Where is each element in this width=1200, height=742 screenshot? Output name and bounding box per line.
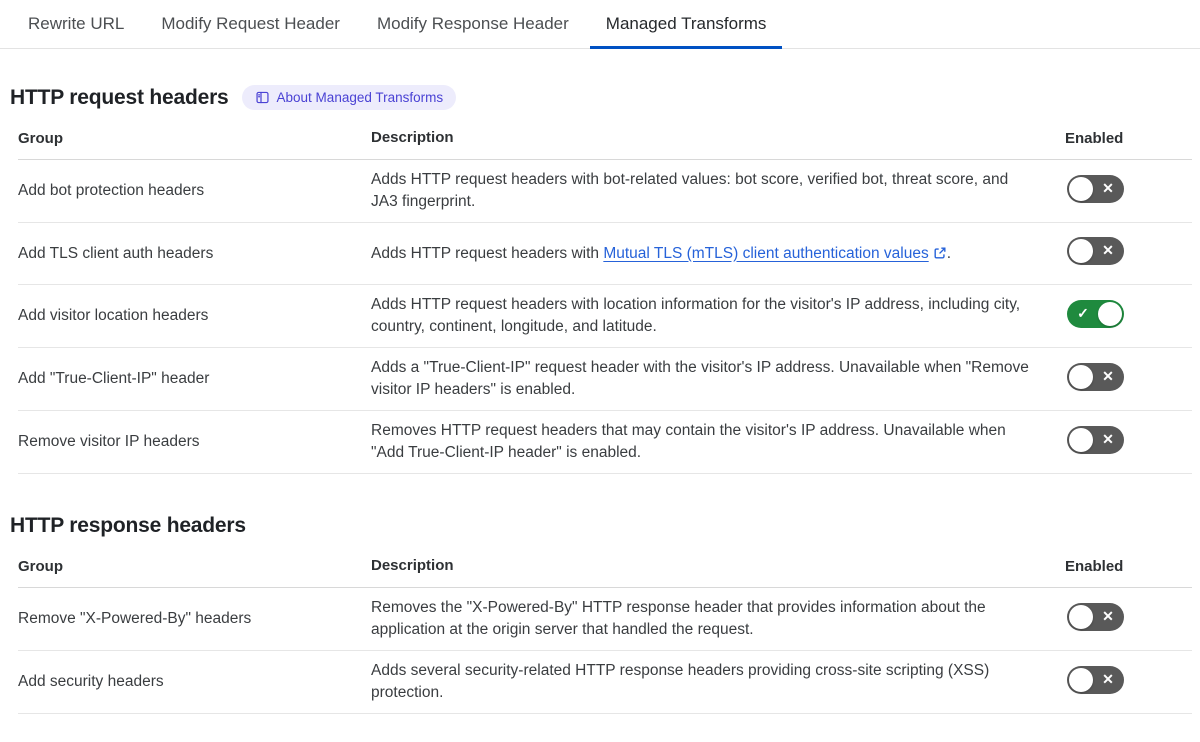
column-header-description: Description <box>371 129 454 146</box>
toggle-knob <box>1069 667 1093 692</box>
response-headers-table: Group Description Enabled Remove "X-Powe… <box>18 551 1192 714</box>
column-header-group: Group <box>18 557 63 575</box>
group-cell: Add visitor location headers <box>18 307 209 324</box>
toggle-off[interactable]: ✕ <box>1067 174 1124 203</box>
enabled-cell: ✕ <box>1065 665 1192 699</box>
column-header-enabled: Enabled <box>1065 557 1124 575</box>
toggle-on[interactable]: ✓ <box>1067 299 1124 328</box>
toggle-knob <box>1069 176 1093 201</box>
tab-managed-transforms[interactable]: Managed Transforms <box>589 0 783 49</box>
x-icon: ✕ <box>1102 607 1114 624</box>
toggle-off[interactable]: ✕ <box>1067 602 1124 631</box>
tab-rewrite-url[interactable]: Rewrite URL <box>12 0 140 48</box>
table-row: Remove visitor IP headers Removes HTTP re… <box>18 411 1192 474</box>
toggle-knob <box>1069 239 1093 263</box>
description-cell: Adds HTTP request headers with location … <box>371 296 1021 335</box>
toggle-off[interactable]: ✕ <box>1067 665 1124 694</box>
column-header-enabled: Enabled <box>1065 129 1124 147</box>
toggle-knob <box>1069 364 1093 389</box>
tab-modify-response-header[interactable]: Modify Response Header <box>361 0 585 48</box>
group-cell: Remove "X-Powered-By" headers <box>18 610 252 627</box>
group-cell: Remove visitor IP headers <box>18 433 200 450</box>
x-icon: ✕ <box>1102 430 1114 447</box>
http-response-headers-section: HTTP response headers Group Description … <box>10 514 1192 714</box>
table-header-row: Group Description Enabled <box>18 123 1192 160</box>
table-row: Add security headers Adds several securit… <box>18 651 1192 714</box>
tab-modify-request-header[interactable]: Modify Request Header <box>145 0 356 48</box>
section-header: HTTP response headers <box>10 514 1192 538</box>
description-cell: Adds a "True-Client-IP" request header w… <box>371 359 1029 398</box>
badge-label: About Managed Transforms <box>276 89 444 105</box>
description-link[interactable]: Mutual TLS (mTLS) client authentication … <box>603 245 928 262</box>
table-row: Add visitor location headers Adds HTTP re… <box>18 285 1192 348</box>
description-cell: Adds several security-related HTTP respo… <box>371 662 990 701</box>
toggle-off[interactable]: ✕ <box>1067 362 1124 391</box>
http-request-headers-section: HTTP request headers About Managed Trans… <box>10 85 1192 474</box>
request-headers-table: Group Description Enabled Add bot protec… <box>18 123 1192 474</box>
external-link-icon <box>934 246 946 259</box>
toggle-knob <box>1098 301 1122 326</box>
tab-bar: Rewrite URL Modify Request Header Modify R… <box>0 0 1200 49</box>
toggle-off[interactable]: ✕ <box>1067 425 1124 454</box>
table-row: Add TLS client auth headers Adds HTTP req… <box>18 223 1192 285</box>
enabled-cell: ✕ <box>1065 237 1192 270</box>
column-header-group: Group <box>18 129 63 147</box>
x-icon: ✕ <box>1102 242 1114 258</box>
enabled-cell: ✕ <box>1065 602 1192 636</box>
column-header-description: Description <box>371 557 454 574</box>
section-title: HTTP response headers <box>10 514 246 537</box>
x-icon: ✕ <box>1102 179 1114 196</box>
enabled-cell: ✕ <box>1065 362 1192 396</box>
description-cell: Adds HTTP request headers with Mutual TL… <box>371 244 952 262</box>
table-row: Remove "X-Powered-By" headers Removes the… <box>18 588 1192 651</box>
table-row: Add "True-Client-IP" header Adds a "True-… <box>18 348 1192 411</box>
group-cell: Add TLS client auth headers <box>18 244 214 262</box>
group-cell: Add "True-Client-IP" header <box>18 370 210 387</box>
toggle-knob <box>1069 604 1093 629</box>
table-row: Add bot protection headers Adds HTTP requ… <box>18 160 1192 223</box>
enabled-cell: ✕ <box>1065 425 1192 459</box>
toggle-off[interactable]: ✕ <box>1067 237 1124 265</box>
group-cell: Add security headers <box>18 673 164 690</box>
group-cell: Add bot protection headers <box>18 182 205 199</box>
description-cell: Removes the "X-Powered-By" HTTP response… <box>371 599 986 638</box>
about-managed-transforms-badge[interactable]: About Managed Transforms <box>241 85 457 110</box>
x-icon: ✕ <box>1102 670 1114 687</box>
section-header: HTTP request headers About Managed Trans… <box>10 85 1192 110</box>
book-icon <box>255 91 269 104</box>
enabled-cell: ✕ <box>1065 174 1192 208</box>
description-cell: Removes HTTP request headers that may co… <box>371 422 1006 461</box>
check-icon: ✓ <box>1077 304 1089 321</box>
toggle-knob <box>1069 427 1093 452</box>
x-icon: ✕ <box>1102 367 1114 384</box>
enabled-cell: ✓ <box>1065 299 1192 333</box>
description-cell: Adds HTTP request headers with bot-relat… <box>371 171 1009 210</box>
section-title: HTTP request headers <box>10 85 229 109</box>
table-header-row: Group Description Enabled <box>18 551 1192 588</box>
